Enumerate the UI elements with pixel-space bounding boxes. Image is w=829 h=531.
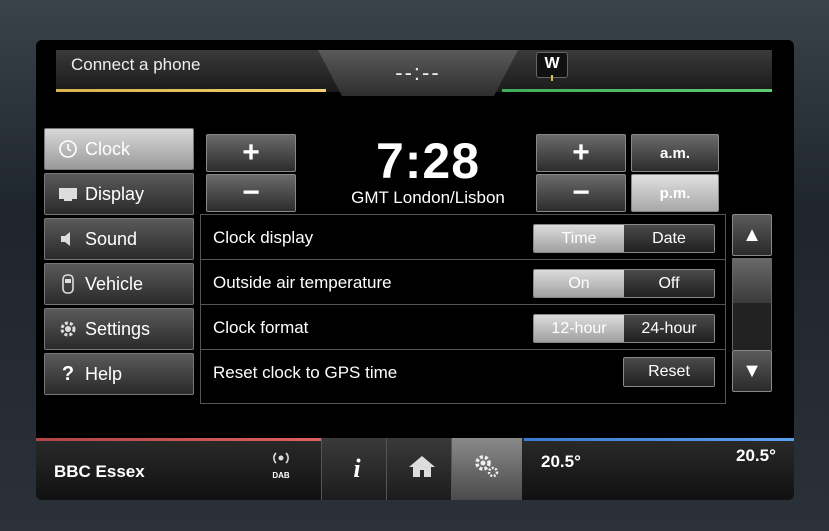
nav-label: Sound [85,228,138,249]
time-zone: GMT London/Lisbon [351,188,505,207]
dab-label: DAB [272,471,290,480]
setting-label: Reset clock to GPS time [213,363,398,382]
dab-indicator: DAB [268,450,294,480]
nav-item-settings[interactable]: Settings [44,308,194,350]
setting-label: Clock display [213,228,314,247]
phone-accent-line [56,89,326,92]
status-time-tab: --:-- [318,50,518,96]
setting-row-clock-format: Clock format 12-hour 24-hour [201,305,725,350]
nav-item-sound[interactable]: Sound [44,218,194,260]
option-off[interactable]: Off [624,270,714,297]
setting-label: Clock format [213,318,309,337]
nav-item-clock[interactable]: Clock [44,128,194,170]
option-12-hour[interactable]: 12-hour [534,315,624,342]
car-icon [57,274,79,294]
outside-temp-toggle: On Off [533,269,715,298]
option-date[interactable]: Date [624,225,714,252]
clock-settings-list: Clock display Time Date Outside air temp… [200,214,726,404]
clock-time: 7:28 [375,133,481,189]
nav-item-help[interactable]: ? Help [44,353,194,395]
speaker-icon [57,230,79,248]
minute-plus-button[interactable]: + [536,134,626,172]
question-icon: ? [61,362,75,385]
hour-plus-button[interactable]: + [206,134,296,172]
passenger-temperature[interactable]: 20.5° [736,446,776,466]
clock-icon [57,140,79,158]
clock-format-toggle: 12-hour 24-hour [533,314,715,343]
status-time: --:-- [395,60,441,85]
nav-label: Help [85,363,123,384]
screen: Connect a phone --:-- W Clock Display So… [36,40,794,500]
info-icon: i [353,454,361,483]
top-status-bar: Connect a phone --:-- W [56,50,772,96]
am-button[interactable]: a.m. [631,134,719,172]
gears-icon [472,453,502,486]
climate-accent-line [524,438,794,441]
setting-row-outside-temp: Outside air temperature On Off [201,260,725,305]
nav-item-display[interactable]: Display [44,173,194,215]
home-tab[interactable] [386,438,457,500]
home-icon [407,454,437,485]
scroll-track[interactable] [732,258,772,350]
gear-icon [57,319,79,339]
phone-status[interactable]: Connect a phone [71,55,201,75]
option-on[interactable]: On [534,270,624,297]
nav-label: Clock [85,138,131,159]
settings-tab[interactable] [451,438,522,500]
setting-label: Outside air temperature [213,273,392,292]
option-time[interactable]: Time [534,225,624,252]
hour-minus-button[interactable]: − [206,174,296,212]
compass-heading: W [536,52,568,81]
setting-row-reset-gps: Reset clock to GPS time Reset [201,350,725,395]
nav-label: Vehicle [85,273,144,294]
minute-minus-button[interactable]: − [536,174,626,212]
info-tab[interactable]: i [321,438,392,500]
nav-accent-line [502,89,772,92]
nav-item-vehicle[interactable]: Vehicle [44,263,194,305]
scroll-down-button[interactable]: ▼ [732,350,772,392]
scroll-thumb[interactable] [733,258,771,303]
settings-nav: Clock Display Sound Vehicle Settings ? H… [44,128,194,398]
setting-row-clock-display: Clock display Time Date [201,215,725,260]
radio-station[interactable]: BBC Essex [54,462,145,482]
scroll-up-button[interactable]: ▲ [732,214,772,256]
pm-button[interactable]: p.m. [631,174,719,212]
nav-label: Settings [85,318,151,339]
display-icon [57,186,79,202]
dab-signal-icon [271,452,291,472]
audio-accent-line [36,438,326,441]
reset-button[interactable]: Reset [623,357,715,387]
nav-label: Display [85,183,145,204]
clock-display-toggle: Time Date [533,224,715,253]
driver-temperature[interactable]: 20.5° [541,452,581,472]
bottom-bar: BBC Essex DAB i 20.5° 20.5° [36,438,794,500]
option-24-hour[interactable]: 24-hour [624,315,714,342]
